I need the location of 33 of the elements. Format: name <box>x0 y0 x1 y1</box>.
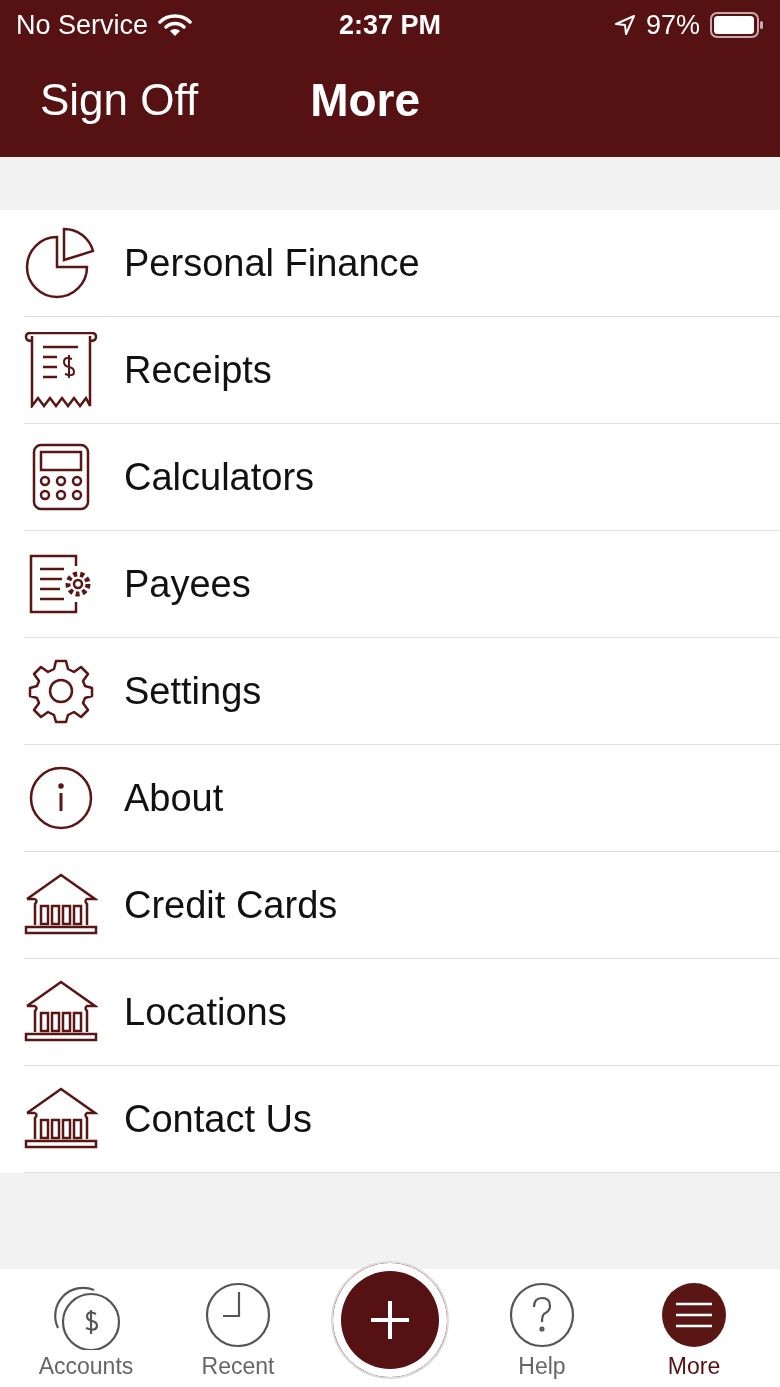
tab-item[interactable]: Accounts <box>16 1269 156 1380</box>
battery-icon <box>710 12 764 38</box>
menu-item[interactable]: Calculators <box>24 424 780 531</box>
screen-title: More <box>310 73 421 127</box>
bank-icon <box>24 980 98 1044</box>
menu-item[interactable]: Personal Finance <box>24 210 780 317</box>
info-icon <box>29 766 93 830</box>
tab-item[interactable]: Recent <box>168 1269 308 1380</box>
settings-icon <box>28 658 94 724</box>
carrier-text: No Service <box>16 9 149 41</box>
menu-item[interactable]: Locations <box>24 959 780 1066</box>
receipt-icon <box>24 332 98 408</box>
pie-chart-icon <box>25 225 97 301</box>
menu-item[interactable]: Payees <box>24 531 780 638</box>
menu-item[interactable]: Credit Cards <box>24 852 780 959</box>
clock-time: 2:37 PM <box>339 9 441 41</box>
sign-off-button[interactable]: Sign Off <box>40 75 199 125</box>
tab-item[interactable]: Help <box>472 1269 612 1380</box>
document-gear-icon <box>29 554 93 614</box>
tab-item[interactable]: More <box>624 1269 764 1380</box>
wifi-icon <box>158 13 193 37</box>
calculator-icon <box>32 443 90 511</box>
menu-item[interactable]: Contact Us <box>24 1066 780 1173</box>
location-arrow-icon <box>613 14 636 36</box>
menu-item[interactable]: Receipts <box>24 317 780 424</box>
help-icon <box>509 1282 575 1348</box>
battery-percent: 97% <box>645 9 700 41</box>
menu-item[interactable]: Settings <box>24 638 780 745</box>
clock-icon <box>205 1282 271 1348</box>
bank-icon <box>24 873 98 937</box>
menu-item[interactable]: About <box>24 745 780 852</box>
bank-icon <box>24 1087 98 1151</box>
menu-icon <box>661 1282 727 1348</box>
